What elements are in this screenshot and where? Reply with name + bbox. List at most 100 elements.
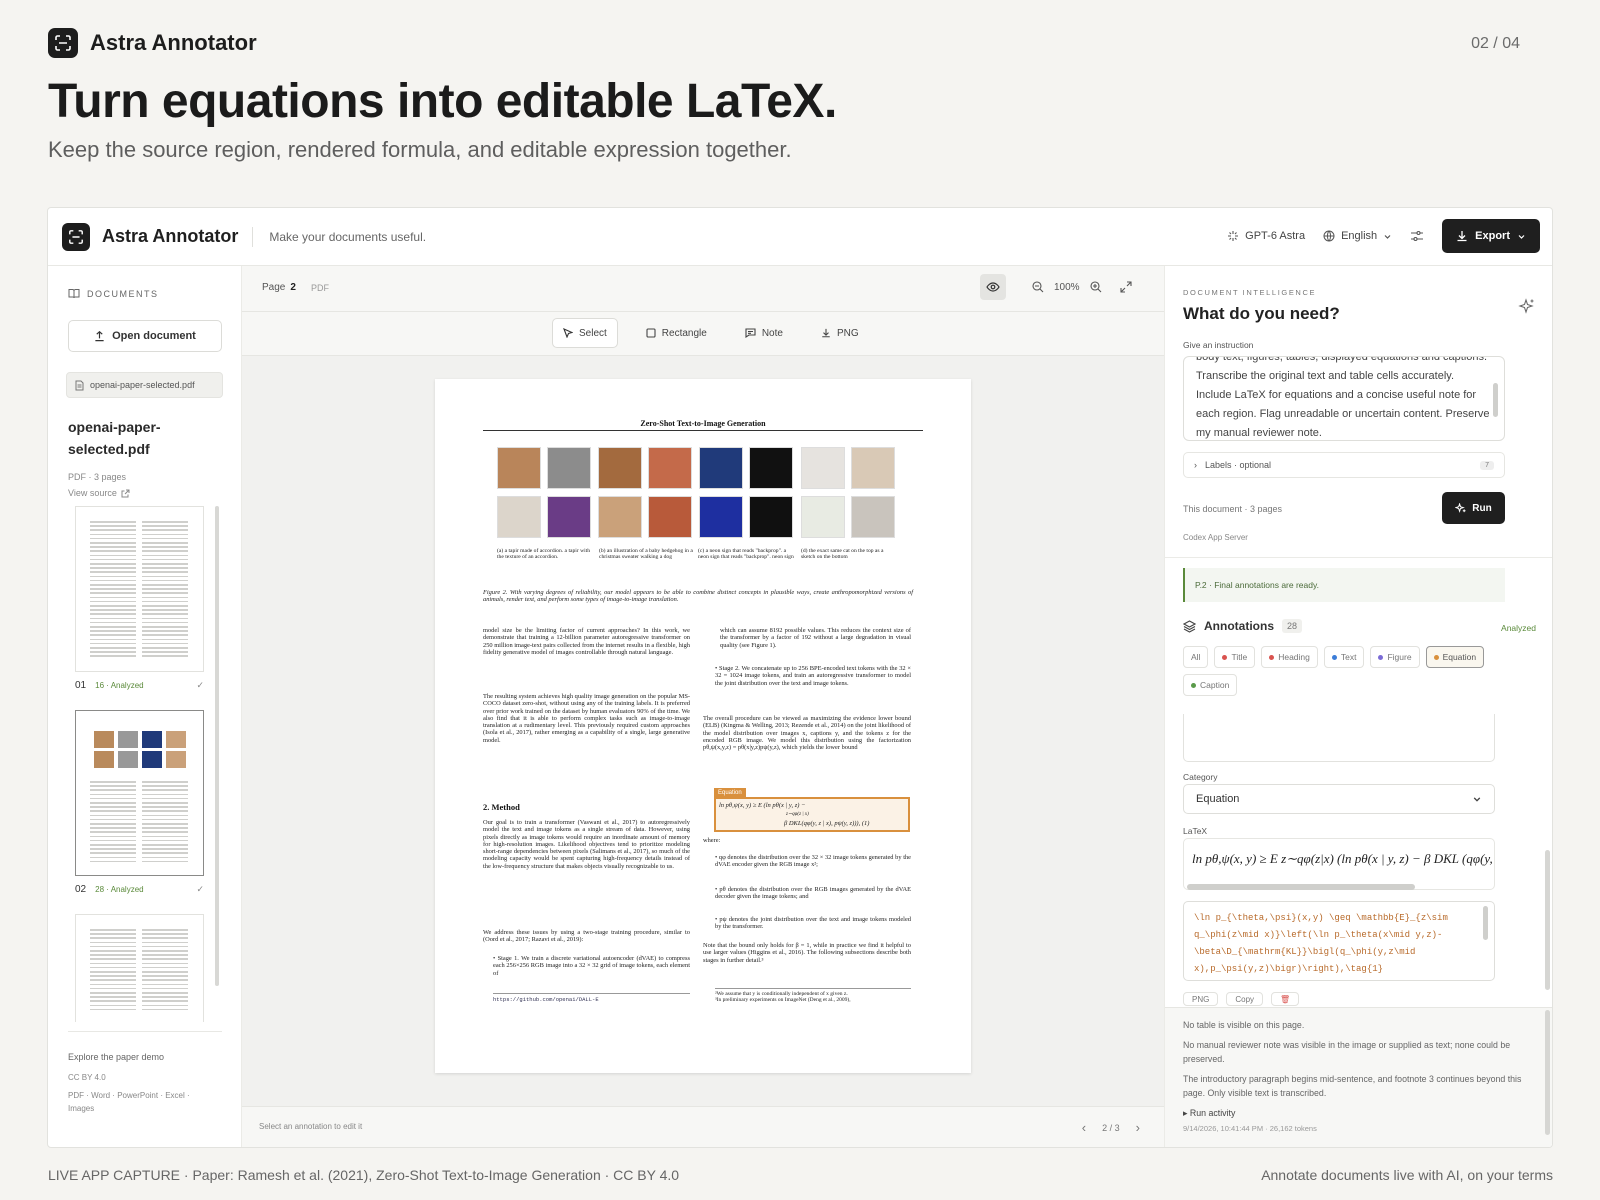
- thumbnail-text-line: [90, 975, 136, 977]
- app-logo-icon[interactable]: [62, 222, 90, 251]
- notes-scrollbar[interactable]: [1545, 1010, 1550, 1135]
- export-button[interactable]: Export: [1442, 219, 1540, 253]
- instruction-textarea[interactable]: body text, figures, tables, displayed eq…: [1183, 356, 1505, 441]
- page-thumbnail-3[interactable]: [75, 914, 204, 1022]
- page-thumbnail-2[interactable]: [75, 710, 204, 876]
- thumbnail-text-line: [90, 781, 136, 783]
- analyzed-status: Analyzed: [1501, 623, 1536, 633]
- filter-chip-title[interactable]: Title: [1214, 646, 1256, 668]
- figure-image: [598, 447, 642, 489]
- figure-caption-b: (b) an illustration of a baby hedgehog i…: [599, 548, 693, 561]
- run-activity-toggle[interactable]: ▸ Run activity: [1183, 1106, 1537, 1120]
- slide-footer-right: Annotate documents live with AI, on your…: [1261, 1167, 1553, 1183]
- filter-chip-figure[interactable]: Figure: [1370, 646, 1420, 668]
- thumbnail-text-line: [90, 651, 136, 653]
- slide-subline: Keep the source region, rendered formula…: [48, 137, 792, 162]
- thumbnail-text-line: [142, 929, 188, 931]
- filter-chip-caption[interactable]: Caption: [1183, 674, 1238, 696]
- instruction-label: Give an instruction: [1183, 340, 1254, 350]
- latex-horizontal-scrollbar[interactable]: [1187, 884, 1415, 890]
- filter-chip-heading[interactable]: Heading: [1261, 646, 1318, 668]
- color-dot: [1222, 654, 1228, 660]
- filter-chip-equation[interactable]: Equation: [1425, 646, 1485, 668]
- chevron-down-icon: [1518, 234, 1525, 239]
- note-textarea[interactable]: [1183, 714, 1495, 762]
- figure-2-caption: Figure 2. With varying degrees of reliab…: [483, 589, 913, 604]
- settings-button[interactable]: [1410, 229, 1424, 243]
- thumbnail-image: [142, 731, 162, 748]
- chevron-right-icon[interactable]: ›: [1136, 1120, 1140, 1135]
- png-export-tool[interactable]: PNG: [811, 318, 869, 348]
- visibility-toggle[interactable]: [980, 274, 1006, 300]
- png-button[interactable]: PNG: [1183, 992, 1219, 1006]
- category-select[interactable]: Equation: [1183, 784, 1495, 814]
- thumbnail-text-line: [142, 609, 188, 611]
- textarea-scrollbar[interactable]: [1493, 383, 1498, 417]
- selected-file-chip[interactable]: openai-paper-selected.pdf: [66, 372, 223, 398]
- thumbnail-text-line: [142, 567, 188, 569]
- zoom-out-icon[interactable]: [1032, 281, 1044, 293]
- latex-source-scrollbar[interactable]: [1483, 906, 1488, 940]
- thumbnail-text-line: [142, 797, 188, 800]
- thumbnail-text-line: [142, 818, 188, 821]
- sparkles-icon[interactable]: [1518, 298, 1536, 316]
- thumbnail-text-line: [142, 651, 188, 653]
- thumbnail-image: [166, 751, 186, 768]
- square-icon: [646, 328, 656, 338]
- chip-label: All: [1191, 652, 1201, 662]
- panel-title: What do you need?: [1183, 304, 1340, 323]
- chevron-down-icon: [1384, 234, 1391, 239]
- page-thumbnail-1[interactable]: [75, 506, 204, 672]
- thumbnail-text-line: [142, 860, 188, 863]
- latex-source-editor[interactable]: \ln p_{\theta,\psi}(x,y) \geq \mathbb{E}…: [1183, 901, 1495, 981]
- thumbnail-text-line: [90, 814, 136, 817]
- language-selector[interactable]: English: [1323, 230, 1392, 242]
- thumbnail-text-line: [90, 793, 136, 796]
- export-label: Export: [1475, 230, 1510, 242]
- thumbnail-text-line: [90, 971, 136, 973]
- thumbnail-text-line: [90, 1000, 136, 1002]
- view-source-link[interactable]: View source: [68, 488, 130, 498]
- rectangle-tool[interactable]: Rectangle: [636, 318, 717, 348]
- body-text-right-5: • qφ denotes the distribution over the 3…: [715, 854, 911, 869]
- chevron-left-icon[interactable]: ‹: [1082, 1120, 1086, 1135]
- footnote-link[interactable]: https://github.com/openai/DALL-E: [493, 993, 690, 1003]
- figure-caption-c: (c) a neon sign that reads "backprop". a…: [698, 548, 794, 561]
- divider: [68, 1031, 222, 1032]
- upload-icon: [95, 330, 104, 341]
- select-tool[interactable]: Select: [552, 318, 618, 348]
- thumbnail-text-line: [142, 542, 188, 544]
- thumbnail-text-line: [90, 789, 136, 791]
- section-heading: 2. Method: [483, 802, 520, 812]
- filter-chip-text[interactable]: Text: [1323, 646, 1365, 668]
- zoom-in-icon[interactable]: [1090, 281, 1102, 293]
- fullscreen-icon[interactable]: [1120, 281, 1132, 293]
- explore-demo-link[interactable]: Explore the paper demo: [68, 1052, 164, 1062]
- divider: [483, 430, 923, 431]
- pdf-page[interactable]: Zero-Shot Text-to-Image Generation (a) a…: [435, 379, 971, 1073]
- thumbnail-text-line: [90, 529, 136, 531]
- thumbnail-text-line: [90, 525, 136, 527]
- run-button[interactable]: Run: [1442, 492, 1505, 524]
- sparkle-icon: [1228, 231, 1239, 241]
- delete-icon[interactable]: 🗑: [1271, 992, 1300, 1006]
- thumbnail-text-line: [90, 1004, 136, 1007]
- panel-scrollbar[interactable]: [1545, 850, 1550, 990]
- model-selector[interactable]: GPT-6 Astra: [1227, 230, 1305, 242]
- equation-annotation-box[interactable]: ln pθ,ψ(x, y) ≥ E (ln pθ(x | y, z) − z∼q…: [714, 797, 910, 832]
- thumbnail-text-line: [142, 962, 188, 965]
- filter-chip-all[interactable]: All: [1183, 646, 1209, 668]
- figure-image: [851, 496, 895, 538]
- color-dot: [1433, 654, 1439, 660]
- copy-button[interactable]: Copy: [1226, 992, 1264, 1006]
- eye-icon: [986, 282, 1000, 292]
- thumbnail-text-line: [142, 521, 188, 523]
- thumbnail-text-line: [142, 1000, 188, 1002]
- thumbnail-text-line: [90, 542, 136, 544]
- note-tool[interactable]: Note: [735, 318, 793, 348]
- sidebar-scrollbar[interactable]: [215, 506, 219, 986]
- labels-expander[interactable]: › Labels · optional 7: [1183, 452, 1505, 478]
- divider: [1165, 557, 1552, 558]
- thumbnail-text-line: [142, 839, 188, 842]
- open-document-button[interactable]: Open document: [68, 320, 222, 352]
